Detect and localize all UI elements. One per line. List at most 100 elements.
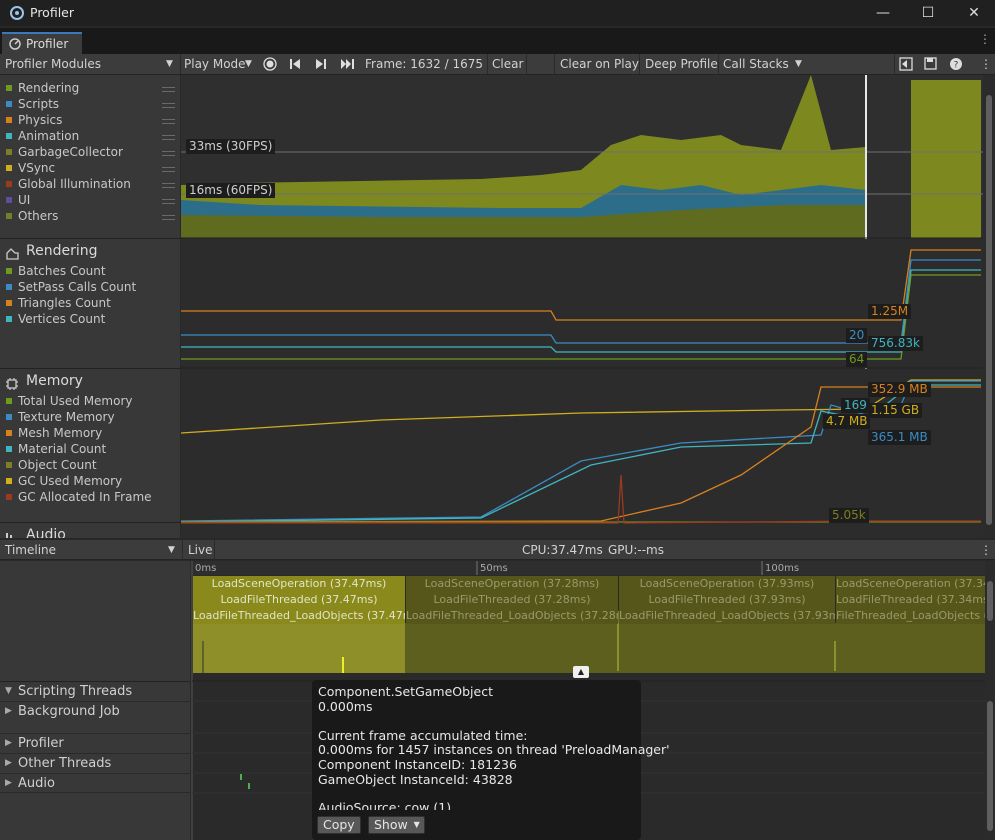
legend-item[interactable]: GarbageCollector	[6, 145, 123, 159]
deep-profile-toggle[interactable]: Deep Profile	[645, 54, 718, 74]
drag-handle-icon[interactable]	[162, 183, 175, 188]
live-toggle[interactable]: Live	[188, 540, 213, 560]
drag-handle-icon[interactable]	[162, 135, 175, 140]
legend-item[interactable]: Material Count	[6, 442, 106, 456]
legend-item[interactable]: GC Allocated In Frame	[6, 490, 152, 504]
load-button[interactable]	[899, 54, 913, 74]
collapse-arrow-icon[interactable]: ▲	[573, 666, 589, 678]
legend-item[interactable]: Object Count	[6, 458, 97, 472]
record-button[interactable]	[263, 54, 277, 74]
profiler-charts-svg[interactable]	[181, 75, 983, 538]
step-back-icon	[290, 59, 300, 69]
show-dropdown[interactable]: Show ▼	[368, 816, 425, 834]
legend-item[interactable]: UI	[6, 193, 30, 207]
legend-item[interactable]: Rendering	[6, 81, 79, 95]
cpu-module[interactable]: Rendering Scripts Physics Animation GarbageC…	[0, 75, 180, 239]
help-button[interactable]: ?	[950, 54, 962, 74]
sample-bar[interactable]: LoadFileThreaded (37.34ms)	[836, 592, 985, 608]
audio-icon	[6, 533, 12, 538]
legend-item[interactable]: Mesh Memory	[6, 426, 102, 440]
legend-item[interactable]: SetPass Calls Count	[6, 280, 136, 294]
tooltip-gameobject-id: GameObject InstanceId: 43828	[318, 772, 513, 787]
legend-item[interactable]: Animation	[6, 129, 79, 143]
legend-color-swatch	[6, 430, 12, 436]
legend-label: Material Count	[18, 442, 107, 456]
next-frame-button[interactable]	[315, 54, 327, 74]
chevron-down-icon: ▼	[168, 545, 175, 555]
timeline-scrollbar[interactable]	[985, 561, 995, 840]
more-options-icon[interactable]: ⋮	[980, 54, 992, 74]
drag-handle-icon[interactable]	[162, 119, 175, 124]
legend-item[interactable]: Total Used Memory	[6, 394, 133, 408]
legend-item[interactable]: VSync	[6, 161, 55, 175]
legend-item[interactable]: Physics	[6, 113, 62, 127]
legend-color-swatch	[6, 197, 12, 203]
sample-bar[interactable]: LoadFileThreaded (37.47ms)	[193, 592, 405, 608]
sample-bar[interactable]: LoadSceneOperation (37.47ms)	[193, 576, 405, 592]
sample-bar[interactable]: LoadSceneOperation (37.34ms)	[836, 576, 985, 592]
more-options-icon[interactable]: ⋮	[980, 540, 992, 560]
legend-item[interactable]: Others	[6, 209, 58, 223]
tooltip-component-id: Component InstanceID: 181236	[318, 757, 517, 772]
profiler-modules-dropdown[interactable]: Profiler Modules	[5, 54, 101, 74]
legend-label: Rendering	[18, 81, 80, 95]
view-mode-dropdown[interactable]: Timeline	[5, 540, 56, 560]
clear-on-play-toggle[interactable]: Clear on Play	[560, 54, 639, 74]
thread-group[interactable]: ▶ Background Job	[0, 701, 190, 721]
legend-item[interactable]: Batches Count	[6, 264, 106, 278]
legend-item[interactable]: Texture Memory	[6, 410, 115, 424]
chevron-down-icon[interactable]: ▼	[795, 54, 802, 74]
thread-group[interactable]: ▶ Profiler	[0, 733, 190, 753]
first-frame-button[interactable]	[289, 54, 301, 74]
tooltip-audio-source: AudioSource: cow (1)	[318, 800, 452, 810]
drag-handle-icon[interactable]	[162, 87, 175, 92]
copy-button[interactable]: Copy	[317, 816, 361, 834]
charts-scrollbar[interactable]	[983, 75, 995, 538]
tab-profiler[interactable]: Profiler	[2, 32, 82, 54]
import-icon	[899, 57, 913, 71]
sample-bar[interactable]: LoadFileThreaded_LoadObjects (37.47ms)	[193, 608, 405, 624]
more-options-icon[interactable]: ⋮	[979, 32, 991, 46]
legend-item[interactable]: GC Used Memory	[6, 474, 122, 488]
sample-bar[interactable]: LoadFileThreaded (37.28ms)	[406, 592, 618, 608]
drag-handle-icon[interactable]	[162, 151, 175, 156]
sample-bar[interactable]: LoadFileThreaded (37.93ms)	[619, 592, 835, 608]
memory-module[interactable]: Memory Total Used Memory Texture Memory Me…	[0, 369, 180, 523]
sample-bar[interactable]: FileThreaded_LoadObjects (37.3	[836, 608, 985, 624]
drag-handle-icon[interactable]	[162, 167, 175, 172]
sample-bar[interactable]: LoadFileThreaded_LoadObjects (37.93ms)	[619, 608, 835, 624]
sample-bar[interactable]: LoadFileThreaded_LoadObjects (37.28ms)	[406, 608, 618, 624]
module-charts[interactable]: 33ms (30FPS) 16ms (60FPS) 1.25M 20 756.8…	[181, 75, 983, 538]
call-stacks-toggle[interactable]: Call Stacks	[723, 54, 789, 74]
legend-label: UI	[18, 193, 31, 207]
legend-label: Global Illumination	[18, 177, 131, 191]
legend-item[interactable]: Global Illumination	[6, 177, 131, 191]
drag-handle-icon[interactable]	[162, 103, 175, 108]
thread-group[interactable]: ▶ Other Threads	[0, 753, 190, 773]
thread-group[interactable]: ▼ Scripting Threads	[0, 681, 190, 701]
legend-label: Texture Memory	[18, 410, 115, 424]
maximize-button[interactable]: ☐	[905, 0, 951, 26]
legend-item[interactable]: Triangles Count	[6, 296, 111, 310]
legend-color-swatch	[6, 494, 12, 500]
thread-group[interactable]: ▶ Audio	[0, 773, 190, 793]
drag-handle-icon[interactable]	[162, 215, 175, 220]
thread-list: ▼ Scripting Threads ▶ Background Job ▶ Prof…	[0, 561, 190, 840]
minimize-button[interactable]: —	[860, 0, 906, 26]
legend-label: VSync	[18, 161, 56, 175]
drag-handle-icon[interactable]	[162, 199, 175, 204]
legend-color-swatch	[6, 213, 12, 219]
clear-button[interactable]: Clear	[492, 54, 523, 74]
sample-bar[interactable]: LoadSceneOperation (37.93ms)	[619, 576, 835, 592]
rendering-module[interactable]: Rendering Batches Count SetPass Calls Cou…	[0, 239, 180, 369]
play-mode-dropdown[interactable]: Play Mode	[184, 54, 246, 74]
save-button[interactable]	[924, 54, 937, 74]
sample-bar[interactable]: LoadSceneOperation (37.28ms)	[406, 576, 618, 592]
close-button[interactable]: ✕	[951, 0, 995, 26]
legend-item[interactable]: Scripts	[6, 97, 59, 111]
current-frame-button[interactable]	[340, 54, 356, 74]
legend-item[interactable]: Vertices Count	[6, 312, 105, 326]
save-icon	[924, 57, 937, 70]
audio-module[interactable]: Audio	[0, 523, 180, 538]
legend-color-swatch	[6, 478, 12, 484]
